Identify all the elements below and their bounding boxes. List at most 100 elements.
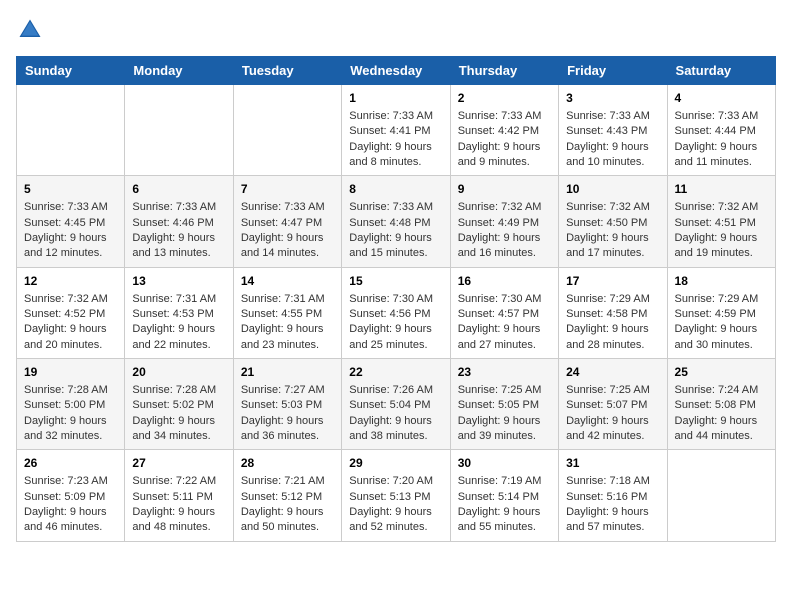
- calendar-cell: 10 Sunrise: 7:32 AM Sunset: 4:50 PM Dayl…: [559, 176, 667, 267]
- day-number: 12: [24, 273, 117, 290]
- day-info: Sunrise: 7:32 AM Sunset: 4:50 PM Dayligh…: [566, 200, 659, 262]
- day-info: Sunrise: 7:18 AM Sunset: 5:16 PM Dayligh…: [566, 474, 659, 536]
- day-number: 19: [24, 364, 117, 381]
- day-number: 18: [675, 273, 768, 290]
- calendar-cell: 29 Sunrise: 7:20 AM Sunset: 5:13 PM Dayl…: [342, 450, 450, 541]
- day-number: 6: [132, 181, 225, 198]
- calendar-cell: 6 Sunrise: 7:33 AM Sunset: 4:46 PM Dayli…: [125, 176, 233, 267]
- calendar-cell: 14 Sunrise: 7:31 AM Sunset: 4:55 PM Dayl…: [233, 267, 341, 358]
- calendar-cell: 7 Sunrise: 7:33 AM Sunset: 4:47 PM Dayli…: [233, 176, 341, 267]
- day-info: Sunrise: 7:24 AM Sunset: 5:08 PM Dayligh…: [675, 383, 768, 445]
- day-number: 1: [349, 90, 442, 107]
- calendar-cell: 25 Sunrise: 7:24 AM Sunset: 5:08 PM Dayl…: [667, 359, 775, 450]
- day-info: Sunrise: 7:33 AM Sunset: 4:43 PM Dayligh…: [566, 109, 659, 171]
- day-info: Sunrise: 7:33 AM Sunset: 4:47 PM Dayligh…: [241, 200, 334, 262]
- day-info: Sunrise: 7:28 AM Sunset: 5:00 PM Dayligh…: [24, 383, 117, 445]
- day-info: Sunrise: 7:29 AM Sunset: 4:58 PM Dayligh…: [566, 292, 659, 354]
- day-number: 20: [132, 364, 225, 381]
- day-number: 5: [24, 181, 117, 198]
- day-info: Sunrise: 7:32 AM Sunset: 4:51 PM Dayligh…: [675, 200, 768, 262]
- day-info: Sunrise: 7:33 AM Sunset: 4:42 PM Dayligh…: [458, 109, 551, 171]
- day-number: 10: [566, 181, 659, 198]
- day-info: Sunrise: 7:26 AM Sunset: 5:04 PM Dayligh…: [349, 383, 442, 445]
- calendar-week-4: 19 Sunrise: 7:28 AM Sunset: 5:00 PM Dayl…: [17, 359, 776, 450]
- day-info: Sunrise: 7:21 AM Sunset: 5:12 PM Dayligh…: [241, 474, 334, 536]
- day-info: Sunrise: 7:31 AM Sunset: 4:53 PM Dayligh…: [132, 292, 225, 354]
- day-number: 4: [675, 90, 768, 107]
- day-info: Sunrise: 7:22 AM Sunset: 5:11 PM Dayligh…: [132, 474, 225, 536]
- calendar-cell: 22 Sunrise: 7:26 AM Sunset: 5:04 PM Dayl…: [342, 359, 450, 450]
- day-info: Sunrise: 7:30 AM Sunset: 4:57 PM Dayligh…: [458, 292, 551, 354]
- calendar-cell: 20 Sunrise: 7:28 AM Sunset: 5:02 PM Dayl…: [125, 359, 233, 450]
- calendar-cell: [125, 85, 233, 176]
- day-number: 13: [132, 273, 225, 290]
- day-number: 21: [241, 364, 334, 381]
- day-info: Sunrise: 7:23 AM Sunset: 5:09 PM Dayligh…: [24, 474, 117, 536]
- calendar-cell: 2 Sunrise: 7:33 AM Sunset: 4:42 PM Dayli…: [450, 85, 558, 176]
- day-info: Sunrise: 7:27 AM Sunset: 5:03 PM Dayligh…: [241, 383, 334, 445]
- day-number: 27: [132, 455, 225, 472]
- calendar-cell: 12 Sunrise: 7:32 AM Sunset: 4:52 PM Dayl…: [17, 267, 125, 358]
- day-info: Sunrise: 7:33 AM Sunset: 4:48 PM Dayligh…: [349, 200, 442, 262]
- calendar-cell: 27 Sunrise: 7:22 AM Sunset: 5:11 PM Dayl…: [125, 450, 233, 541]
- day-number: 29: [349, 455, 442, 472]
- day-number: 31: [566, 455, 659, 472]
- day-number: 28: [241, 455, 334, 472]
- calendar: SundayMondayTuesdayWednesdayThursdayFrid…: [16, 56, 776, 542]
- calendar-cell: 4 Sunrise: 7:33 AM Sunset: 4:44 PM Dayli…: [667, 85, 775, 176]
- calendar-cell: 21 Sunrise: 7:27 AM Sunset: 5:03 PM Dayl…: [233, 359, 341, 450]
- calendar-cell: [17, 85, 125, 176]
- calendar-cell: 24 Sunrise: 7:25 AM Sunset: 5:07 PM Dayl…: [559, 359, 667, 450]
- calendar-cell: 9 Sunrise: 7:32 AM Sunset: 4:49 PM Dayli…: [450, 176, 558, 267]
- page-header: [16, 16, 776, 44]
- day-info: Sunrise: 7:28 AM Sunset: 5:02 PM Dayligh…: [132, 383, 225, 445]
- day-number: 7: [241, 181, 334, 198]
- calendar-cell: 5 Sunrise: 7:33 AM Sunset: 4:45 PM Dayli…: [17, 176, 125, 267]
- calendar-week-5: 26 Sunrise: 7:23 AM Sunset: 5:09 PM Dayl…: [17, 450, 776, 541]
- day-info: Sunrise: 7:33 AM Sunset: 4:44 PM Dayligh…: [675, 109, 768, 171]
- day-number: 15: [349, 273, 442, 290]
- day-info: Sunrise: 7:31 AM Sunset: 4:55 PM Dayligh…: [241, 292, 334, 354]
- calendar-cell: [667, 450, 775, 541]
- calendar-cell: 30 Sunrise: 7:19 AM Sunset: 5:14 PM Dayl…: [450, 450, 558, 541]
- day-number: 16: [458, 273, 551, 290]
- day-info: Sunrise: 7:25 AM Sunset: 5:05 PM Dayligh…: [458, 383, 551, 445]
- day-header-thursday: Thursday: [450, 57, 558, 85]
- calendar-cell: 18 Sunrise: 7:29 AM Sunset: 4:59 PM Dayl…: [667, 267, 775, 358]
- calendar-cell: 8 Sunrise: 7:33 AM Sunset: 4:48 PM Dayli…: [342, 176, 450, 267]
- day-number: 11: [675, 181, 768, 198]
- day-number: 25: [675, 364, 768, 381]
- day-number: 9: [458, 181, 551, 198]
- day-number: 14: [241, 273, 334, 290]
- logo-icon: [16, 16, 44, 44]
- calendar-cell: 15 Sunrise: 7:30 AM Sunset: 4:56 PM Dayl…: [342, 267, 450, 358]
- day-info: Sunrise: 7:25 AM Sunset: 5:07 PM Dayligh…: [566, 383, 659, 445]
- calendar-cell: 17 Sunrise: 7:29 AM Sunset: 4:58 PM Dayl…: [559, 267, 667, 358]
- day-number: 24: [566, 364, 659, 381]
- day-info: Sunrise: 7:33 AM Sunset: 4:46 PM Dayligh…: [132, 200, 225, 262]
- day-header-monday: Monday: [125, 57, 233, 85]
- calendar-cell: 28 Sunrise: 7:21 AM Sunset: 5:12 PM Dayl…: [233, 450, 341, 541]
- day-number: 26: [24, 455, 117, 472]
- day-number: 17: [566, 273, 659, 290]
- day-info: Sunrise: 7:33 AM Sunset: 4:41 PM Dayligh…: [349, 109, 442, 171]
- calendar-cell: 23 Sunrise: 7:25 AM Sunset: 5:05 PM Dayl…: [450, 359, 558, 450]
- calendar-cell: 13 Sunrise: 7:31 AM Sunset: 4:53 PM Dayl…: [125, 267, 233, 358]
- calendar-cell: 1 Sunrise: 7:33 AM Sunset: 4:41 PM Dayli…: [342, 85, 450, 176]
- day-number: 3: [566, 90, 659, 107]
- day-info: Sunrise: 7:30 AM Sunset: 4:56 PM Dayligh…: [349, 292, 442, 354]
- day-info: Sunrise: 7:33 AM Sunset: 4:45 PM Dayligh…: [24, 200, 117, 262]
- day-info: Sunrise: 7:32 AM Sunset: 4:49 PM Dayligh…: [458, 200, 551, 262]
- calendar-cell: 11 Sunrise: 7:32 AM Sunset: 4:51 PM Dayl…: [667, 176, 775, 267]
- calendar-week-3: 12 Sunrise: 7:32 AM Sunset: 4:52 PM Dayl…: [17, 267, 776, 358]
- day-number: 8: [349, 181, 442, 198]
- day-info: Sunrise: 7:20 AM Sunset: 5:13 PM Dayligh…: [349, 474, 442, 536]
- calendar-week-2: 5 Sunrise: 7:33 AM Sunset: 4:45 PM Dayli…: [17, 176, 776, 267]
- day-number: 2: [458, 90, 551, 107]
- day-header-sunday: Sunday: [17, 57, 125, 85]
- day-info: Sunrise: 7:32 AM Sunset: 4:52 PM Dayligh…: [24, 292, 117, 354]
- day-info: Sunrise: 7:29 AM Sunset: 4:59 PM Dayligh…: [675, 292, 768, 354]
- day-info: Sunrise: 7:19 AM Sunset: 5:14 PM Dayligh…: [458, 474, 551, 536]
- day-header-saturday: Saturday: [667, 57, 775, 85]
- day-header-friday: Friday: [559, 57, 667, 85]
